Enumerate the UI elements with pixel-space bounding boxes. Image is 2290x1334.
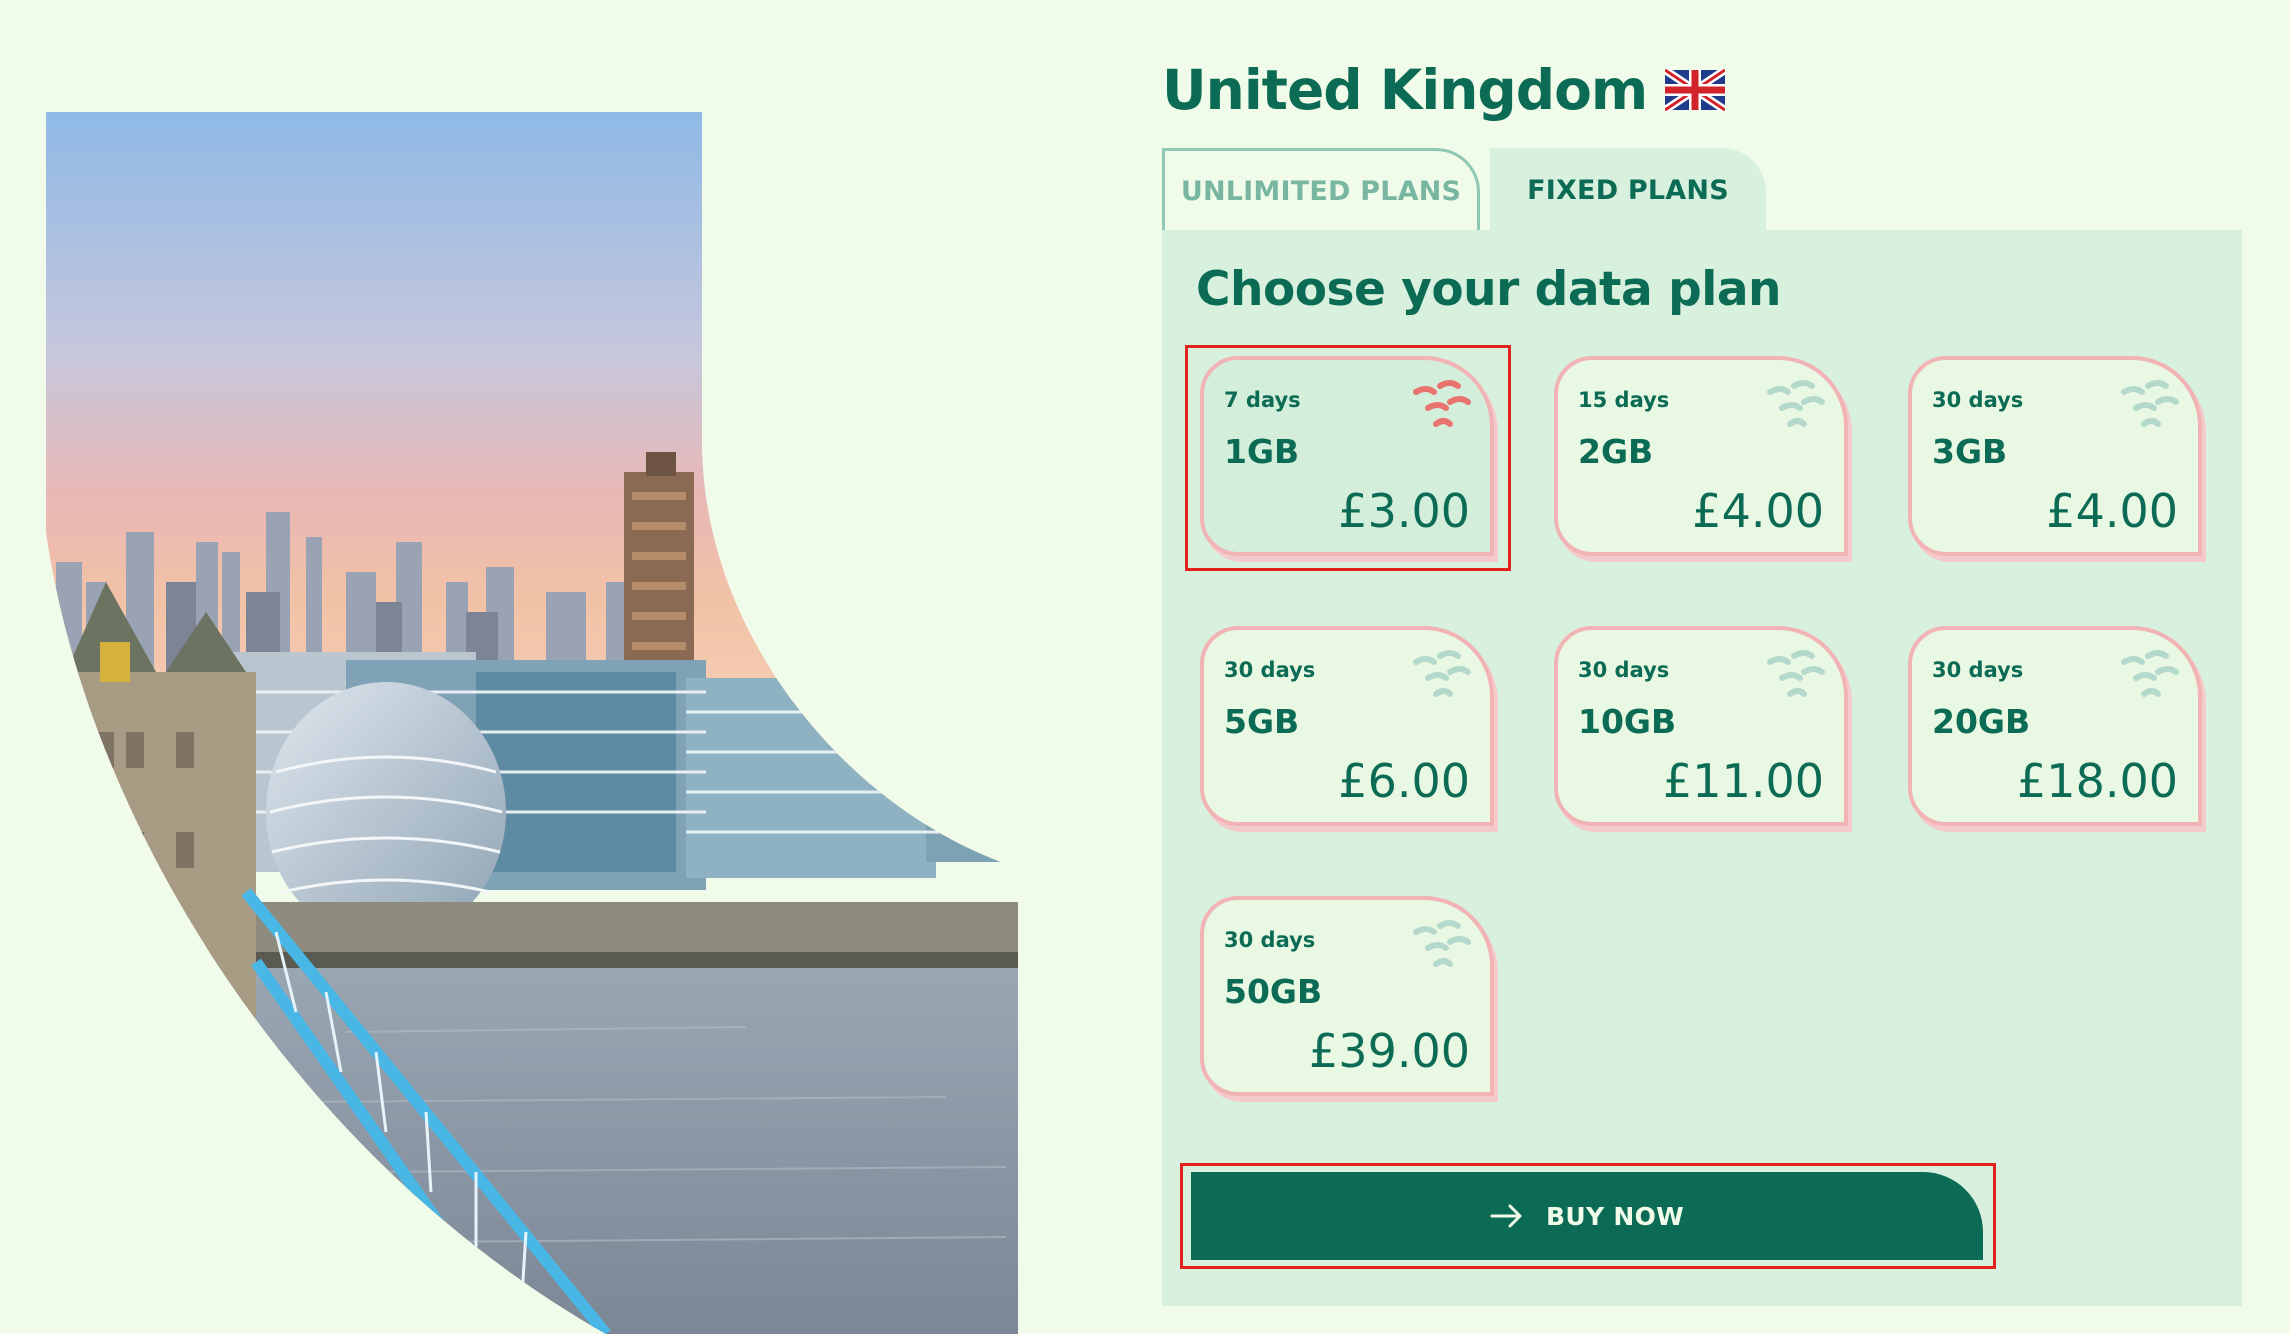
plan-duration: 30 days	[1932, 658, 2024, 682]
signal-waves-icon	[2121, 650, 2179, 697]
plan-data-size: 2GB	[1578, 432, 1654, 471]
buy-now-label: BUY NOW	[1545, 1201, 1684, 1231]
plan-price: £4.00	[1692, 484, 1824, 538]
plan-data-size: 20GB	[1932, 702, 2031, 741]
plan-duration: 30 days	[1224, 658, 1316, 682]
country-title: United Kingdom	[1162, 58, 1648, 122]
country-header: United Kingdom	[1162, 58, 1726, 122]
buy-now-button[interactable]: BUY NOW	[1191, 1172, 1983, 1260]
tab-unlimited-plans[interactable]: UNLIMITED PLANS	[1162, 148, 1480, 232]
plan-card-2gb[interactable]: 15 days 2GB £4.00	[1554, 356, 1848, 556]
signal-waves-icon	[2121, 380, 2179, 427]
plan-data-size: 5GB	[1224, 702, 1300, 741]
plan-price: £39.00	[1309, 1024, 1470, 1078]
plan-card-10gb[interactable]: 30 days 10GB £11.00	[1554, 626, 1848, 826]
signal-waves-icon	[1413, 650, 1471, 697]
arrow-right-icon	[1490, 1204, 1522, 1228]
london-skyline-illustration	[46, 112, 1018, 1334]
plan-card-1gb[interactable]: 7 days 1GB £3.00	[1200, 356, 1494, 556]
plan-card-50gb[interactable]: 30 days 50GB £39.00	[1200, 896, 1494, 1096]
plan-price: £3.00	[1338, 484, 1470, 538]
tab-fixed-plans[interactable]: FIXED PLANS	[1490, 148, 1766, 232]
uk-flag-icon	[1665, 68, 1726, 112]
signal-waves-icon	[1413, 920, 1471, 967]
plan-price: £6.00	[1338, 754, 1470, 808]
plan-data-size: 10GB	[1578, 702, 1677, 741]
plan-price: £11.00	[1663, 754, 1824, 808]
page: United Kingdom UNLIMITED PLANS FIXED PLA…	[0, 0, 2290, 1334]
signal-waves-icon	[1413, 380, 1471, 427]
plan-type-tabs: UNLIMITED PLANS FIXED PLANS	[1162, 148, 1766, 232]
plan-card-20gb[interactable]: 30 days 20GB £18.00	[1908, 626, 2202, 826]
signal-waves-icon	[1767, 380, 1825, 427]
plan-duration: 15 days	[1578, 388, 1670, 412]
plan-price: £18.00	[2017, 754, 2178, 808]
plan-data-size: 3GB	[1932, 432, 2008, 471]
hero-image-london	[46, 112, 1018, 1334]
plans-heading: Choose your data plan	[1196, 262, 1782, 317]
signal-waves-icon	[1767, 650, 1825, 697]
plan-card-3gb[interactable]: 30 days 3GB £4.00	[1908, 356, 2202, 556]
plan-duration: 30 days	[1578, 658, 1670, 682]
plan-duration: 30 days	[1224, 928, 1316, 952]
plan-card-5gb[interactable]: 30 days 5GB £6.00	[1200, 626, 1494, 826]
plan-data-size: 1GB	[1224, 432, 1300, 471]
plan-duration: 7 days	[1224, 388, 1301, 412]
plan-price: £4.00	[2046, 484, 2178, 538]
plan-duration: 30 days	[1932, 388, 2024, 412]
plan-data-size: 50GB	[1224, 972, 1323, 1011]
plans-panel: Choose your data plan 7 days 1GB £3.00 1…	[1162, 230, 2242, 1306]
